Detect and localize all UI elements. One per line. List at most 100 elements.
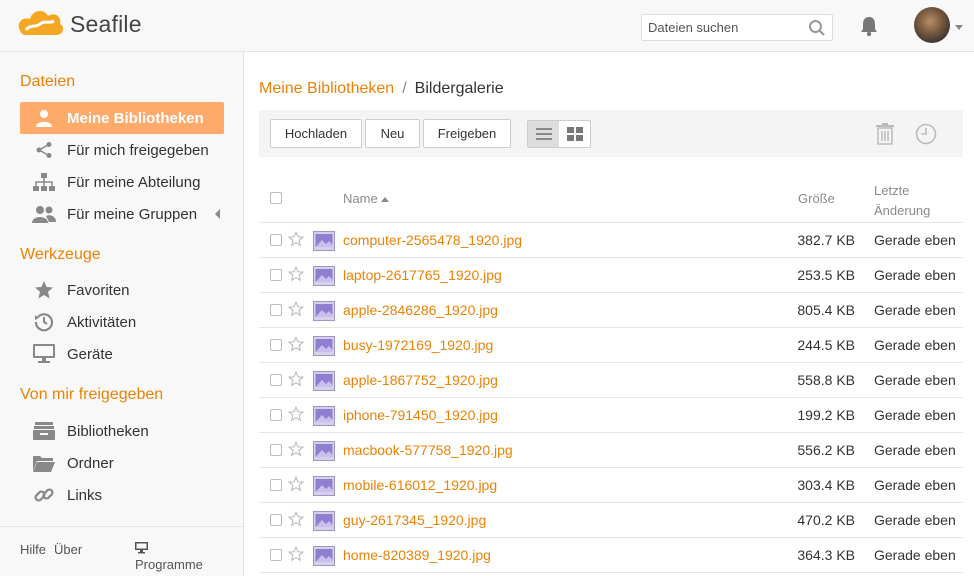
sidebar-item-shared-with-me[interactable]: Für mich freigegeben	[20, 134, 224, 166]
row-checkbox[interactable]	[270, 269, 282, 281]
star-icon[interactable]	[288, 336, 304, 352]
row-checkbox[interactable]	[270, 374, 282, 386]
star-icon[interactable]	[288, 371, 304, 387]
sidebar-item-groups[interactable]: Für meine Gruppen	[20, 198, 224, 230]
table-row[interactable]: guy-2617345_1920.jpg 470.2 KB Gerade ebe…	[259, 503, 963, 538]
help-link[interactable]: Hilfe	[20, 542, 46, 557]
star-icon[interactable]	[288, 266, 304, 282]
search-icon[interactable]	[808, 19, 826, 37]
image-file-icon	[313, 266, 335, 286]
grid-view-button[interactable]	[559, 121, 590, 147]
history-clock-icon[interactable]	[915, 123, 937, 145]
user-avatar[interactable]	[914, 7, 950, 43]
file-modified: Gerade eben	[874, 302, 956, 318]
link-icon	[20, 485, 67, 505]
file-name-link[interactable]: home-820389_1920.jpg	[343, 547, 491, 563]
file-name-link[interactable]: iphone-791450_1920.jpg	[343, 407, 498, 423]
star-icon[interactable]	[288, 301, 304, 317]
table-row[interactable]: busy-1972169_1920.jpg 244.5 KB Gerade eb…	[259, 328, 963, 363]
file-modified: Gerade eben	[874, 512, 956, 528]
sidebar-item-activities[interactable]: Aktivitäten	[20, 306, 224, 338]
sidebar-item-devices[interactable]: Geräte	[20, 338, 224, 370]
star-icon[interactable]	[288, 441, 304, 457]
seafile-logo-icon	[18, 10, 64, 35]
breadcrumb-root-link[interactable]: Meine Bibliotheken	[259, 80, 394, 97]
file-name-link[interactable]: busy-1972169_1920.jpg	[343, 337, 493, 353]
sidebar-item-label: Aktivitäten	[67, 313, 137, 331]
breadcrumb-separator: /	[402, 80, 407, 97]
sidebar-footer: Hilfe Über Programme	[0, 526, 243, 576]
row-checkbox[interactable]	[270, 304, 282, 316]
file-size: 558.8 KB	[797, 372, 855, 388]
row-checkbox[interactable]	[270, 514, 282, 526]
file-modified: Gerade eben	[874, 337, 956, 353]
star-icon[interactable]	[288, 476, 304, 492]
size-column-header[interactable]: Größe	[798, 191, 835, 206]
sidebar-item-department[interactable]: Für meine Abteilung	[20, 166, 224, 198]
row-checkbox[interactable]	[270, 479, 282, 491]
modified-column-header[interactable]: Letzte Änderung	[874, 181, 930, 221]
logo[interactable]: Seafile	[16, 6, 142, 42]
file-size: 199.2 KB	[797, 407, 855, 423]
sidebar-item-shared-libraries[interactable]: Bibliotheken	[20, 415, 224, 447]
table-row[interactable]: home-820389_1920.jpg 364.3 KB Gerade ebe…	[259, 538, 963, 573]
row-checkbox[interactable]	[270, 234, 282, 246]
image-file-icon	[313, 476, 335, 496]
notification-bell-icon[interactable]	[858, 15, 880, 37]
table-row[interactable]: apple-1867752_1920.jpg 558.8 KB Gerade e…	[259, 363, 963, 398]
library-icon	[20, 422, 67, 440]
star-icon[interactable]	[288, 406, 304, 422]
table-row[interactable]: computer-2565478_1920.jpg 382.7 KB Gerad…	[259, 223, 963, 258]
trash-icon[interactable]	[876, 123, 894, 145]
file-name-link[interactable]: apple-2846286_1920.jpg	[343, 302, 498, 318]
avatar-dropdown-icon[interactable]	[955, 25, 963, 30]
list-view-button[interactable]	[528, 121, 559, 147]
search-input[interactable]	[642, 15, 802, 40]
file-name-link[interactable]: computer-2565478_1920.jpg	[343, 232, 522, 248]
section-title-shared-by-me: Von mir freigegeben	[20, 386, 164, 403]
file-size: 470.2 KB	[797, 512, 855, 528]
star-icon[interactable]	[288, 231, 304, 247]
table-row[interactable]: laptop-2617765_1920.jpg 253.5 KB Gerade …	[259, 258, 963, 293]
new-button[interactable]: Neu	[365, 119, 420, 148]
row-checkbox[interactable]	[270, 339, 282, 351]
sidebar-item-label: Bibliotheken	[67, 422, 149, 440]
table-row[interactable]: iphone-791450_1920.jpg 199.2 KB Gerade e…	[259, 398, 963, 433]
sidebar-item-shared-folders[interactable]: Ordner	[20, 447, 224, 479]
file-name-link[interactable]: guy-2617345_1920.jpg	[343, 512, 486, 528]
grid-view-icon	[566, 127, 583, 141]
share-button[interactable]: Freigeben	[423, 119, 511, 148]
sidebar-item-favorites[interactable]: Favoriten	[20, 274, 224, 306]
image-file-icon	[313, 336, 335, 356]
table-row[interactable]: apple-2846286_1920.jpg 805.4 KB Gerade e…	[259, 293, 963, 328]
sidebar-item-my-libraries[interactable]: Meine Bibliotheken	[20, 102, 224, 134]
file-name-link[interactable]: mobile-616012_1920.jpg	[343, 477, 497, 493]
table-row[interactable]: macbook-577758_1920.jpg 556.2 KB Gerade …	[259, 433, 963, 468]
table-row[interactable]: mobile-616012_1920.jpg 303.4 KB Gerade e…	[259, 468, 963, 503]
row-checkbox[interactable]	[270, 409, 282, 421]
file-name-link[interactable]: laptop-2617765_1920.jpg	[343, 267, 502, 283]
file-name-link[interactable]: apple-1867752_1920.jpg	[343, 372, 498, 388]
row-checkbox[interactable]	[270, 549, 282, 561]
file-name-link[interactable]: macbook-577758_1920.jpg	[343, 442, 513, 458]
file-size: 382.7 KB	[797, 232, 855, 248]
sort-asc-icon	[380, 196, 389, 202]
user-icon	[20, 109, 67, 127]
file-modified: Gerade eben	[874, 547, 956, 563]
expand-caret-icon[interactable]	[215, 209, 220, 219]
about-link[interactable]: Über	[54, 542, 82, 557]
programs-link[interactable]: Programme	[135, 542, 203, 572]
row-checkbox[interactable]	[270, 444, 282, 456]
file-modified: Gerade eben	[874, 267, 956, 283]
star-icon[interactable]	[288, 511, 304, 527]
breadcrumb-current: Bildergalerie	[414, 80, 504, 97]
select-all-checkbox[interactable]	[270, 192, 282, 204]
monitor-icon	[20, 344, 67, 364]
sidebar-item-label: Ordner	[67, 454, 114, 472]
upload-button[interactable]: Hochladen	[270, 119, 362, 148]
image-file-icon	[313, 406, 335, 426]
sidebar-item-shared-links[interactable]: Links	[20, 479, 224, 511]
file-modified: Gerade eben	[874, 477, 956, 493]
name-column-header[interactable]: Name	[343, 191, 389, 206]
star-icon[interactable]	[288, 546, 304, 562]
